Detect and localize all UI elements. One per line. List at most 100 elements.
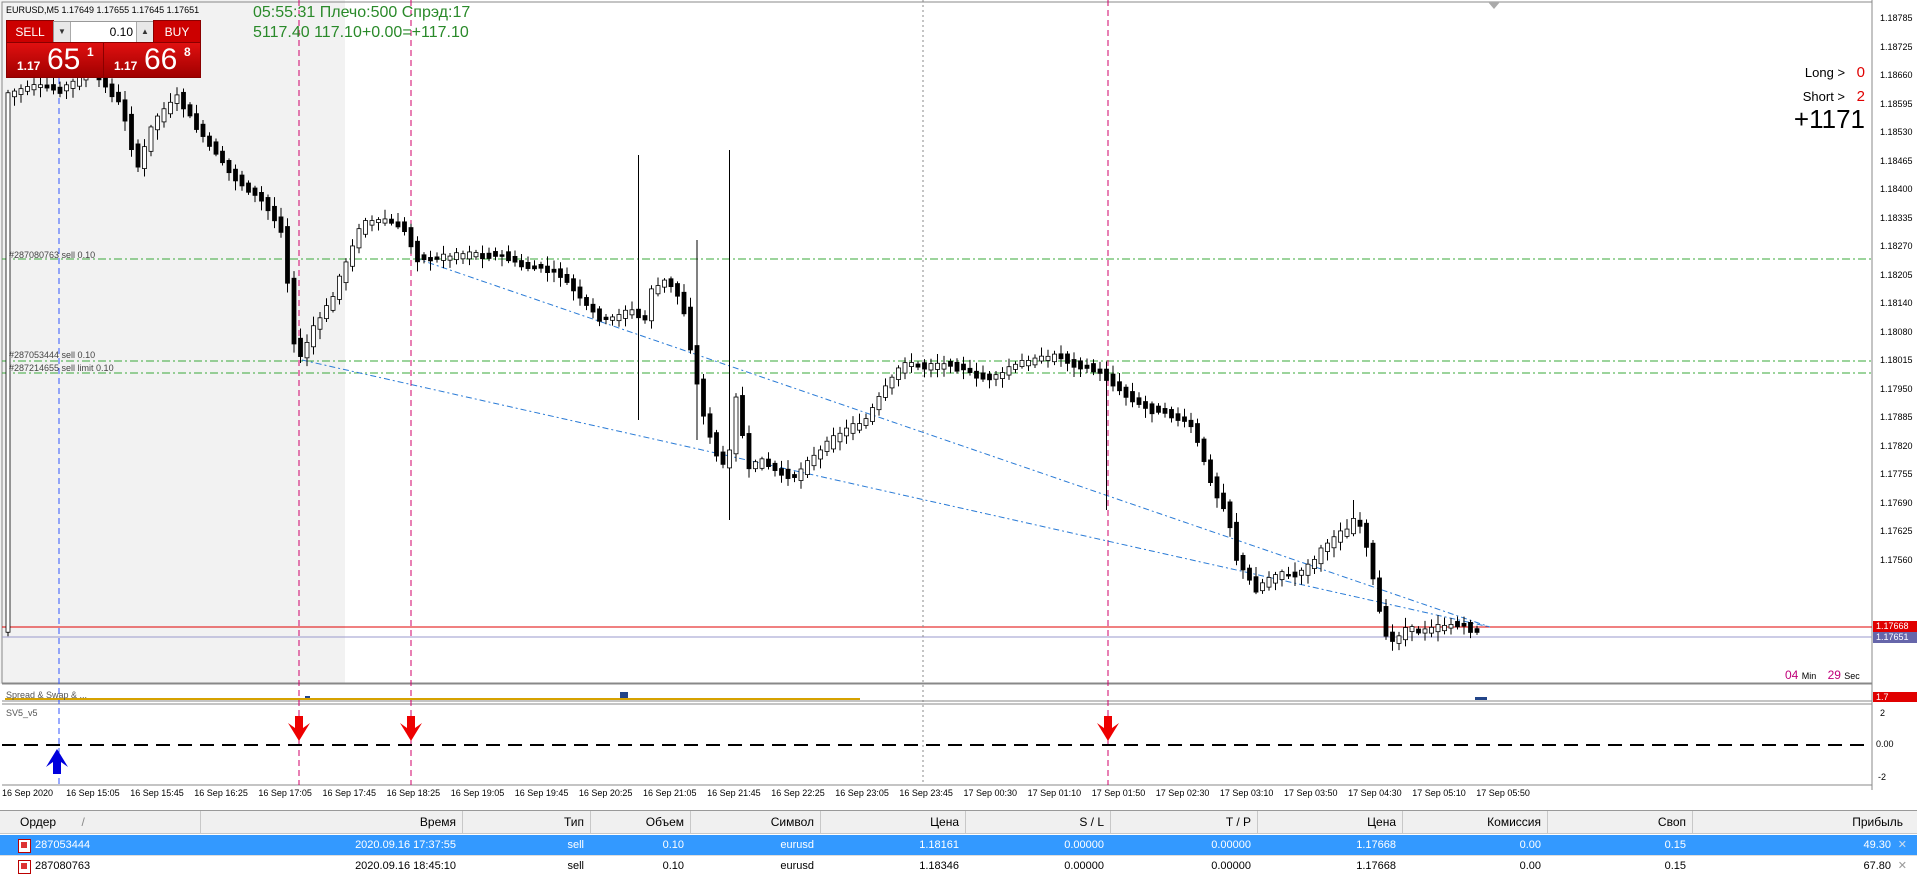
price-axis-label: 1.18595	[1880, 98, 1913, 109]
cell-volume: 0.10	[662, 860, 684, 872]
cell-time: 2020.09.16 17:37:55	[355, 839, 456, 851]
price-axis-label: 1.18205	[1880, 269, 1913, 280]
col-sl[interactable]: S / L	[965, 811, 1111, 833]
lot-value[interactable]: 0.10	[71, 22, 133, 42]
col-time[interactable]: Время	[200, 811, 463, 833]
time-axis-label: 16 Sep 19:45	[514, 788, 569, 798]
timer-sec-label: Sec	[1844, 671, 1860, 681]
price-axis-label: 1.17755	[1880, 469, 1913, 479]
one-click-trading-panel: SELL ▼ 0.10 ▲ BUY 1.17 65 1 1.17 66 8	[6, 20, 201, 78]
cell-time: 2020.09.16 18:45:10	[355, 860, 456, 872]
col-order[interactable]: Ордер /	[0, 811, 201, 833]
cell-swap: 0.15	[1664, 839, 1686, 851]
price-axis-label: 1.18270	[1880, 241, 1913, 251]
sell-button[interactable]: SELL	[6, 20, 54, 44]
cell-swap: 0.15	[1664, 860, 1686, 872]
close-icon[interactable]: ✕	[1898, 835, 1907, 855]
indicator-axis-bottom: -2	[1878, 772, 1887, 782]
col-commission[interactable]: Комиссия	[1402, 811, 1548, 833]
timer-min-value: 04	[1785, 668, 1799, 682]
time-axis-label: 17 Sep 03:10	[1219, 788, 1274, 798]
time-axis-label: 16 Sep 2020	[2, 788, 54, 798]
col-tp[interactable]: T / P	[1110, 811, 1258, 833]
price-axis-label: 1.17820	[1880, 440, 1913, 451]
lot-increase-icon[interactable]: ▲	[136, 22, 153, 42]
cell-symbol: eurusd	[780, 839, 814, 851]
time-axis-label: 17 Sep 01:10	[1027, 788, 1082, 798]
timer-min-label: Min	[1801, 671, 1817, 681]
order-label-1[interactable]: #287080763 sell 0.10	[9, 250, 95, 260]
table-row[interactable]: 287080763 2020.09.16 18:45:10 sell 0.10 …	[0, 855, 1917, 876]
sell-order-icon	[18, 839, 31, 853]
cell-current-price: 1.17668	[1356, 839, 1396, 851]
orders-table-header: Ордер / Время Тип Объем Символ Цена S / …	[0, 811, 1917, 834]
col-volume[interactable]: Объем	[590, 811, 691, 833]
ask-price-label: 1.17668	[1876, 621, 1909, 631]
price-axis-label: 1.18530	[1880, 127, 1913, 137]
col-type[interactable]: Тип	[462, 811, 591, 833]
sell-price-button[interactable]: 1.17 65 1	[6, 42, 104, 78]
bid-price-label: 1.17651	[1876, 632, 1909, 642]
col-symbol[interactable]: Символ	[690, 811, 821, 833]
price-axis-label: 1.18785	[1880, 13, 1913, 23]
time-axis-label: 17 Sep 05:10	[1412, 788, 1466, 798]
time-axis-label: 16 Sep 18:25	[386, 788, 441, 798]
price-axis-label: 1.18400	[1880, 184, 1913, 194]
col-current-price[interactable]: Цена	[1257, 811, 1403, 833]
lot-size-field[interactable]: ▼ 0.10 ▲	[53, 21, 154, 43]
lot-decrease-icon[interactable]: ▼	[54, 22, 71, 42]
price-axis-label: 1.18015	[1880, 355, 1913, 365]
time-axis-label: 17 Sep 05:50	[1476, 788, 1530, 798]
short-value: 2	[1856, 88, 1865, 105]
time-axis-label: 16 Sep 20:25	[578, 788, 633, 798]
time-axis-label: 16 Sep 21:05	[643, 788, 697, 798]
buy-price-prefix: 1.17	[114, 59, 138, 73]
spread-histogram	[5, 692, 1487, 700]
cell-price: 1.18346	[919, 860, 959, 872]
cell-current-price: 1.17668	[1356, 860, 1396, 872]
timer-sec-value: 29	[1827, 668, 1841, 682]
total-profit-points: +1171	[1793, 104, 1865, 134]
price-axis-label: 1.18465	[1880, 155, 1913, 166]
col-price[interactable]: Цена	[820, 811, 966, 833]
account-info-line1: 05:55:31 Плечо:500 Спрэд:17	[253, 4, 471, 21]
col-profit[interactable]: Прибыль	[1692, 811, 1917, 833]
spread-indicator-label: Spread & Swap & ...	[6, 690, 88, 700]
price-axis-label: 1.17560	[1880, 554, 1913, 565]
buy-button[interactable]: BUY	[153, 20, 201, 44]
cell-tp[interactable]: 0.00000	[1110, 835, 1251, 855]
orders-terminal: Ордер / Время Тип Объем Символ Цена S / …	[0, 810, 1917, 881]
table-row[interactable]: 287053444 2020.09.16 17:37:55 sell 0.10 …	[0, 835, 1917, 855]
cell-sl[interactable]: 0.00000	[965, 835, 1104, 855]
sell-arrow-icon	[1097, 716, 1119, 741]
buy-price-button[interactable]: 1.17 66 8	[103, 42, 201, 78]
long-label: Long >	[1804, 65, 1846, 80]
time-axis-label: 17 Sep 04:30	[1348, 788, 1402, 798]
price-axis-label: 1.18660	[1880, 70, 1913, 80]
time-axis-label: 16 Sep 22:25	[771, 788, 825, 798]
sell-arrow-icon	[400, 716, 422, 741]
cell-type: sell	[567, 860, 584, 872]
time-axis-label: 16 Sep 16:25	[194, 788, 248, 798]
cell-order: 287053444	[35, 839, 91, 851]
cell-profit: 49.30	[1863, 839, 1891, 851]
sell-arrow-icon	[288, 716, 310, 741]
buy-arrow-icon	[46, 749, 68, 774]
price-axis-label: 1.18080	[1880, 326, 1913, 337]
cell-sl[interactable]: 0.00000	[965, 856, 1104, 876]
order-label-2[interactable]: #287053444 sell 0.10	[9, 350, 95, 360]
time-axis-label: 16 Sep 15:45	[130, 788, 184, 798]
symbol-header: EURUSD,M5 1.17649 1.17655 1.17645 1.1765…	[6, 5, 200, 15]
time-axis-label: 17 Sep 00:30	[963, 788, 1018, 798]
cell-tp[interactable]: 0.00000	[1110, 856, 1251, 876]
close-icon[interactable]: ✕	[1898, 856, 1907, 876]
time-axis-label: 17 Sep 02:30	[1155, 788, 1210, 798]
bar-timer: 04 Min 29 Sec	[1785, 668, 1860, 682]
price-chart[interactable]	[0, 0, 1917, 805]
chart-window[interactable]: EURUSD,M5 1.17649 1.17655 1.17645 1.1765…	[0, 0, 1917, 805]
col-swap[interactable]: Своп	[1547, 811, 1693, 833]
sv5-indicator-label: SV5_v5	[6, 708, 38, 718]
order-label-3[interactable]: #287214655 sell limit 0.10	[9, 363, 114, 373]
long-value: 0	[1856, 64, 1865, 81]
time-axis-label: 16 Sep 17:45	[322, 788, 377, 798]
